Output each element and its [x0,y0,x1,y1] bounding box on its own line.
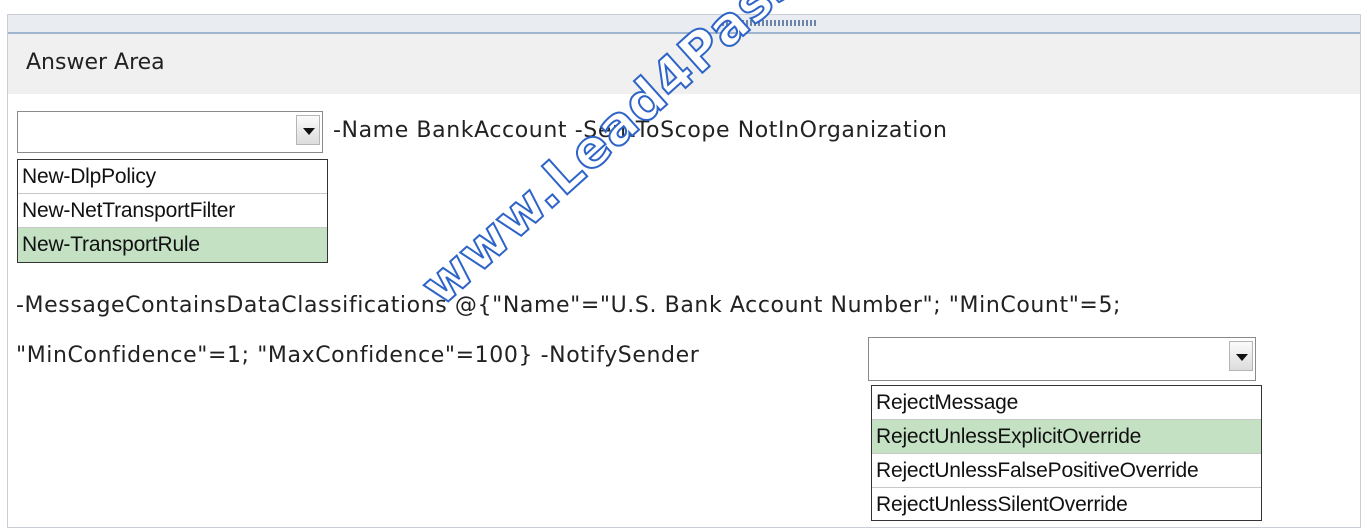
cmdlet-option-selected[interactable]: New-TransportRule [18,228,327,262]
notify-sender-option[interactable]: RejectMessage [872,386,1261,420]
cmdlet-option[interactable]: New-NetTransportFilter [18,194,327,228]
chevron-down-icon[interactable] [1229,341,1253,371]
notify-sender-option-selected[interactable]: RejectUnlessExplicitOverride [872,420,1261,454]
chevron-down-icon[interactable] [296,115,320,145]
command-line-2: -MessageContainsDataClassifications @{"N… [16,293,1122,318]
notify-sender-option[interactable]: RejectUnlessFalsePositiveOverride [872,454,1261,488]
notify-sender-options-list: RejectMessage RejectUnlessExplicitOverri… [871,385,1262,521]
notify-sender-dropdown[interactable] [868,337,1256,381]
cmdlet-dropdown[interactable] [17,111,323,153]
answer-area-title: Answer Area [26,50,165,75]
cmdlet-option[interactable]: New-DlpPolicy [18,160,327,194]
cmdlet-options-list: New-DlpPolicy New-NetTransportFilter New… [17,159,328,263]
notify-sender-option[interactable]: RejectUnlessSilentOverride [872,488,1261,522]
command-line-3: "MinConfidence"=1; "MaxConfidence"=100} … [16,343,700,368]
